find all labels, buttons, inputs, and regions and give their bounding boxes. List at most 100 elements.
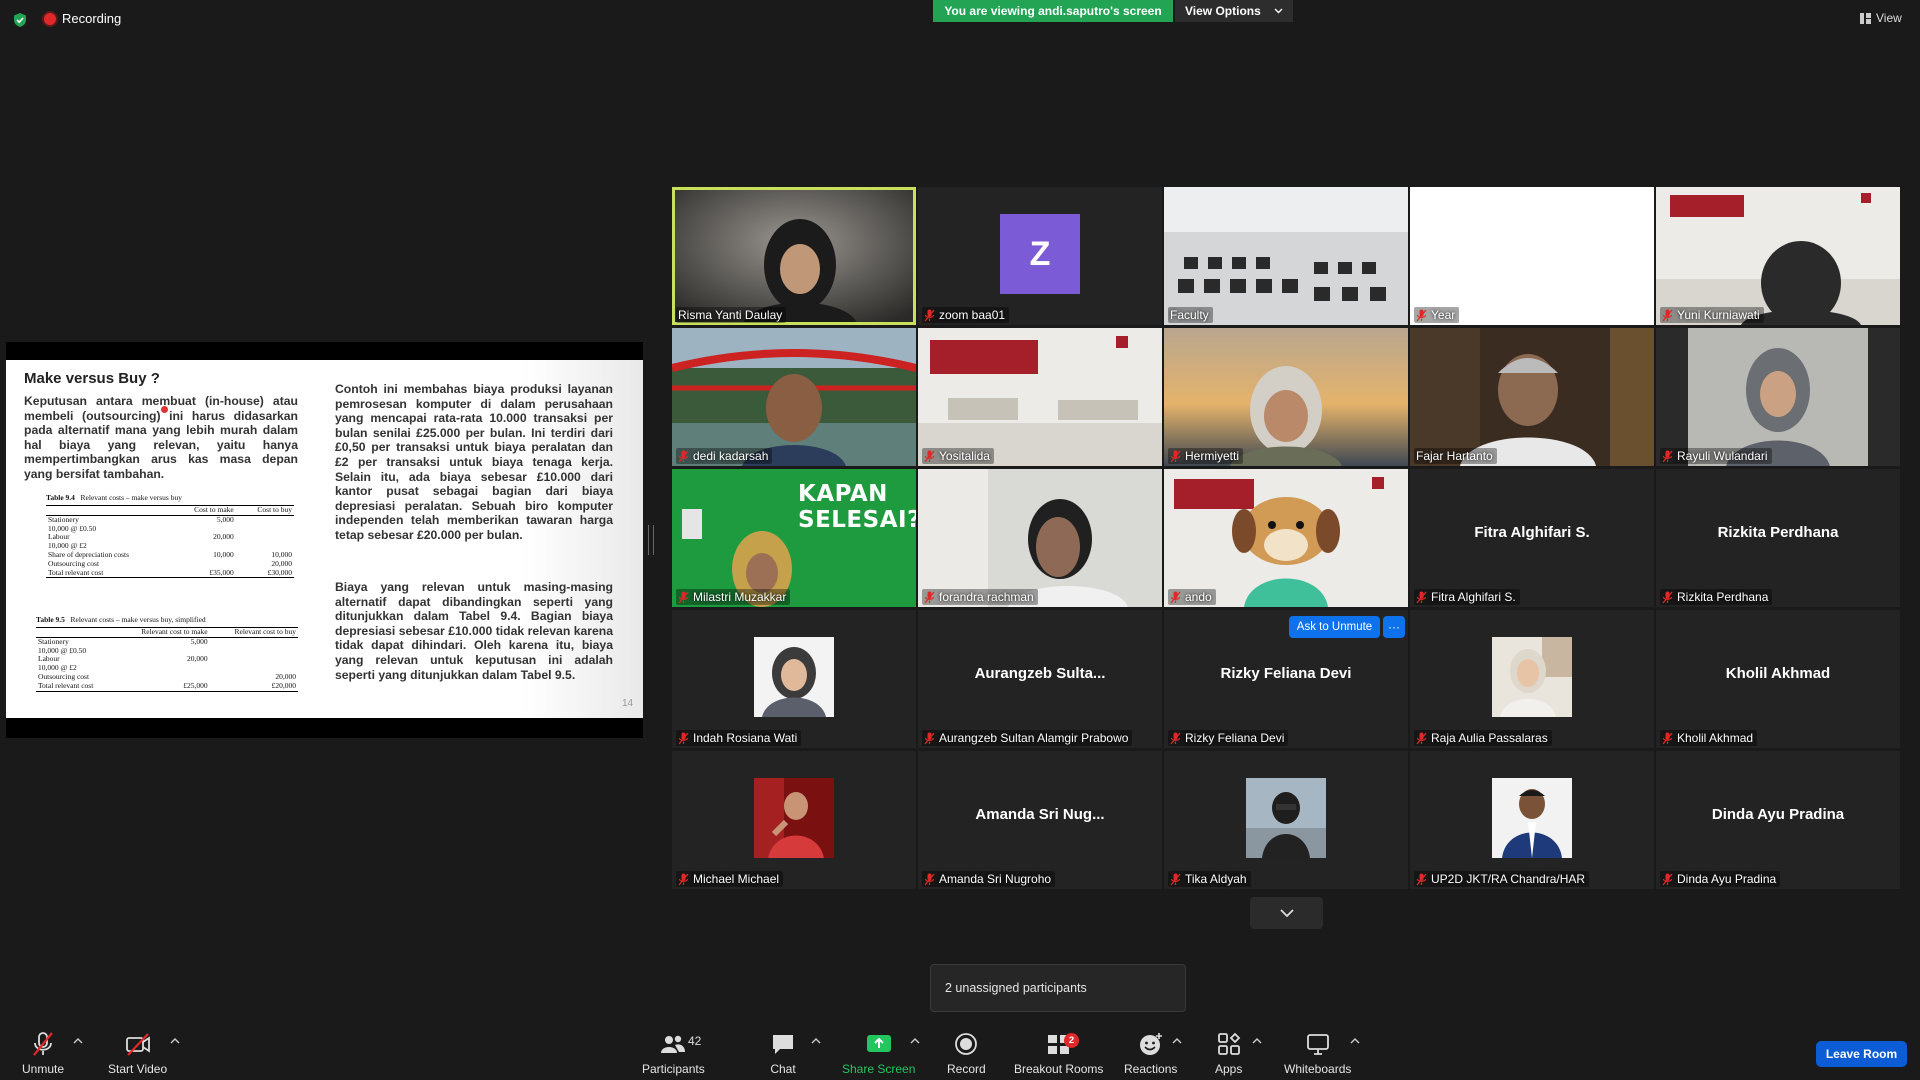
participant-name: Kholil Akhmad: [1660, 730, 1758, 746]
apps-button[interactable]: Apps: [1215, 1031, 1242, 1076]
participant-tile[interactable]: Rizkita Perdhana Rizkita Perdhana: [1656, 469, 1900, 607]
chevron-up-icon[interactable]: [73, 1037, 83, 1045]
muted-mic-icon: [1416, 732, 1427, 744]
participant-name: ando: [1168, 589, 1216, 605]
table-caption-id: Table 9.5: [36, 615, 65, 624]
muted-mic-icon: [1416, 309, 1427, 321]
participant-tile[interactable]: UP2D JKT/RA Chandra/HAR: [1410, 751, 1654, 889]
participant-tile[interactable]: Yositalida: [918, 328, 1162, 466]
chevron-up-icon[interactable]: [1350, 1037, 1360, 1045]
slide-title: Make versus Buy ?: [24, 370, 160, 387]
table-header-cell: [36, 627, 115, 638]
muted-mic-icon: [678, 873, 689, 885]
chevron-up-icon[interactable]: [811, 1037, 821, 1045]
chevron-up-icon[interactable]: [1172, 1037, 1182, 1045]
participant-tile[interactable]: Fajar Hartanto: [1410, 328, 1654, 466]
chevron-up-icon[interactable]: [1252, 1037, 1262, 1045]
muted-mic-icon: [924, 732, 935, 744]
participant-display-name: Fitra Alghifari S.: [1474, 524, 1590, 541]
ask-to-unmute-button[interactable]: Ask to Unmute: [1289, 616, 1380, 638]
table-cell: £20,000: [209, 681, 298, 692]
participant-display-name: Rizky Feliana Devi: [1220, 665, 1352, 682]
participant-tile[interactable]: Tika Aldyah: [1164, 751, 1408, 889]
participant-tile[interactable]: Michael Michael: [672, 751, 916, 889]
unassigned-participants-tooltip[interactable]: 2 unassigned participants: [930, 964, 1186, 1012]
muted-mic-icon: [1170, 450, 1181, 462]
participant-tile[interactable]: dedi kadarsah: [672, 328, 916, 466]
reactions-button[interactable]: Reactions: [1124, 1031, 1177, 1076]
participant-name-text: Rizkita Perdhana: [1677, 590, 1769, 604]
participant-name: Rizky Feliana Devi: [1168, 730, 1289, 746]
more-options-button[interactable]: ···: [1383, 616, 1405, 638]
table-row: 10,000 @ £0.50: [36, 646, 298, 656]
participant-tile[interactable]: forandra rachman: [918, 469, 1162, 607]
split-view-divider-handle[interactable]: [648, 525, 654, 555]
unmute-button[interactable]: Unmute: [22, 1031, 64, 1076]
next-page-button[interactable]: [1250, 897, 1323, 929]
leave-room-button[interactable]: Leave Room: [1816, 1041, 1907, 1067]
breakout-rooms-button[interactable]: Breakout Rooms: [1014, 1031, 1103, 1076]
participant-tile[interactable]: Amanda Sri Nug... Amanda Sri Nugroho: [918, 751, 1162, 889]
security-shield-icon[interactable]: [12, 12, 28, 28]
participant-avatar: [754, 778, 834, 858]
muted-mic-icon: [678, 732, 689, 744]
participant-tile[interactable]: Raja Aulia Passalaras: [1410, 610, 1654, 748]
participant-tile[interactable]: Risma Yanti Daulay: [672, 187, 916, 325]
participant-tile[interactable]: Faculty: [1164, 187, 1408, 325]
participant-name-text: UP2D JKT/RA Chandra/HAR: [1431, 872, 1586, 886]
table-header-cell: Cost to make: [170, 505, 236, 516]
video-off-icon: [125, 1033, 150, 1056]
table-row-total: Total relevant cost £35,000 £30,000: [46, 568, 294, 579]
participant-tile[interactable]: Yuni Kurniawati: [1656, 187, 1900, 325]
participant-tile[interactable]: Hermiyetti: [1164, 328, 1408, 466]
participant-tile[interactable]: KAPAN SELESAI? Milastri Muzakkar: [672, 469, 916, 607]
muted-mic-icon: [1662, 732, 1673, 744]
table-9-5: Table 9.5 Relevant costs – make versus b…: [36, 615, 298, 692]
start-video-button[interactable]: Start Video: [108, 1031, 167, 1076]
unmute-label: Unmute: [22, 1062, 65, 1076]
participant-tile[interactable]: Dinda Ayu Pradina Dinda Ayu Pradina: [1656, 751, 1900, 889]
participant-tile[interactable]: Kholil Akhmad Kholil Akhmad: [1656, 610, 1900, 748]
participant-display-name: Rizkita Perdhana: [1717, 524, 1839, 541]
participant-name: Hermiyetti: [1168, 448, 1244, 464]
participant-name: forandra rachman: [922, 589, 1038, 605]
participant-name-text: Fitra Alghifari S.: [1431, 590, 1516, 604]
chevron-up-icon[interactable]: [910, 1037, 920, 1045]
participant-tile[interactable]: Rayuli Wulandari: [1656, 328, 1900, 466]
participant-tile[interactable]: Aurangzeb Sulta... Aurangzeb Sultan Alam…: [918, 610, 1162, 748]
muted-mic-icon: [33, 1032, 53, 1056]
participant-video: [1164, 328, 1408, 466]
participant-tile[interactable]: ando: [1164, 469, 1408, 607]
table-cell: 20,000: [187, 654, 208, 664]
table-header-cell: [46, 505, 170, 516]
table-cell: £35,000: [170, 568, 236, 579]
view-options-button[interactable]: View Options: [1175, 0, 1293, 22]
participant-tile[interactable]: Fitra Alghifari S. Fitra Alghifari S.: [1410, 469, 1654, 607]
participant-name: Yositalida: [922, 448, 994, 464]
recording-dot-icon: [44, 12, 56, 25]
participant-tile[interactable]: Year: [1410, 187, 1654, 325]
participant-name-text: Raja Aulia Passalaras: [1431, 731, 1548, 745]
reactions-label: Reactions: [1124, 1062, 1178, 1076]
chevron-up-icon[interactable]: [170, 1037, 180, 1045]
breakout-rooms-badge: 2: [1064, 1033, 1079, 1048]
participant-name: zoom baa01: [922, 307, 1010, 323]
muted-mic-icon: [924, 309, 935, 321]
chat-button[interactable]: Chat: [770, 1031, 796, 1076]
participant-name: Rayuli Wulandari: [1660, 448, 1772, 464]
record-button[interactable]: Record: [947, 1031, 986, 1076]
apps-icon: [1217, 1032, 1240, 1055]
table-cell: [235, 514, 294, 525]
recording-indicator[interactable]: Recording: [44, 11, 121, 26]
participant-tile[interactable]: Indah Rosiana Wati: [672, 610, 916, 748]
table-caption-id: Table 9.4: [46, 493, 75, 502]
muted-mic-icon: [678, 591, 689, 603]
participant-tile[interactable]: Z zoom baa01: [918, 187, 1162, 325]
whiteboards-button[interactable]: Whiteboards: [1284, 1031, 1351, 1076]
participant-name-text: Indah Rosiana Wati: [693, 731, 798, 745]
participants-count: 42: [688, 1034, 702, 1048]
table-header-cell: Cost to buy: [235, 505, 294, 516]
table-caption: Relevant costs – make versus buy, simpli…: [70, 615, 206, 624]
share-screen-button[interactable]: Share Screen: [842, 1031, 915, 1076]
view-button[interactable]: View: [1860, 11, 1902, 25]
